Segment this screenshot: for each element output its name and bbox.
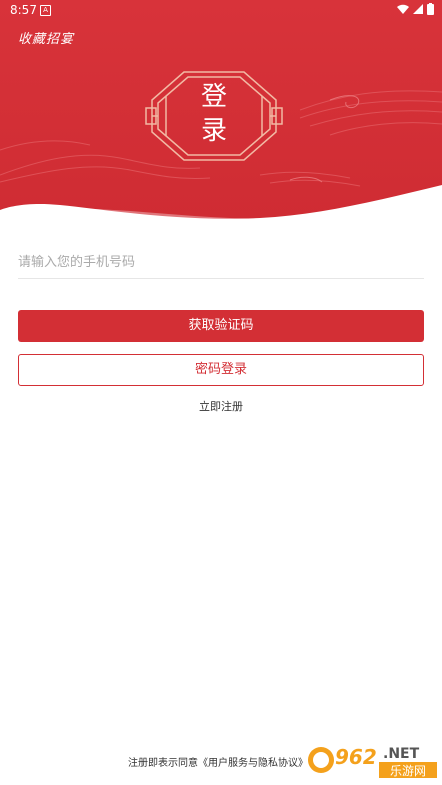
login-badge: 登 录 [144,70,284,162]
svg-text:乐游网: 乐游网 [390,764,426,778]
signal-icon [413,4,423,14]
badge-char-2: 录 [200,116,227,146]
register-link[interactable]: 立即注册 [0,398,442,414]
login-badge-text: 登 录 [144,80,284,148]
agreement-link[interactable]: 注册即表示同意《用户服务与隐私协议》 [128,754,308,769]
wifi-icon [397,4,409,14]
get-code-button[interactable]: 获取验证码 [18,310,424,342]
app-title: 收藏招宴 [18,32,75,47]
badge-char-1: 登 [200,82,227,112]
notification-icon: A [40,5,51,16]
status-bar: 8:57 A [0,0,442,20]
phone-input[interactable] [18,246,424,279]
battery-icon [427,3,434,15]
svg-text:.NET: .NET [383,746,420,762]
register-label[interactable]: 立即注册 [199,400,243,413]
site-watermark-logo: 962 .NET 乐游网 [305,738,439,782]
header-banner: 8:57 A 收藏招宴 登 录 [0,0,442,240]
status-icons [397,3,434,15]
svg-text:962: 962 [335,745,377,769]
status-time: 8:57 [10,3,37,17]
password-login-button[interactable]: 密码登录 [18,354,424,386]
